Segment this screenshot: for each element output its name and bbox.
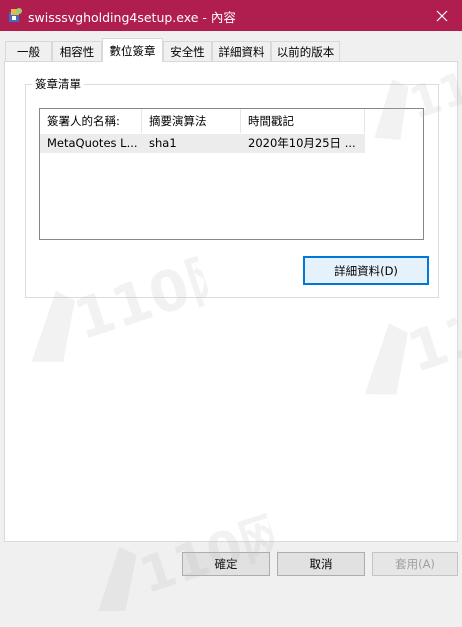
column-header-digest[interactable]: 摘要演算法 — [142, 109, 241, 133]
column-header-timestamp[interactable]: 時間戳記 — [241, 109, 365, 133]
installer-app-icon — [9, 8, 22, 22]
tab-security[interactable]: 安全性 — [163, 41, 212, 61]
signature-list-header: 簽署人的名稱: 摘要演算法 時間戳記 — [40, 109, 423, 133]
column-header-signer[interactable]: 簽署人的名稱: — [40, 109, 142, 133]
digest-algorithm-cell: sha1 — [149, 136, 177, 150]
tab-previous-versions[interactable]: 以前的版本 — [271, 41, 340, 61]
timestamp-cell: 2020年10月25日 ... — [248, 136, 356, 150]
signature-list-group: 簽章清單 簽署人的名稱: 摘要演算法 時間戳記 MetaQuotes L... … — [25, 76, 439, 298]
tab-panel-digital-signatures: 簽章清單 簽署人的名稱: 摘要演算法 時間戳記 MetaQuotes L... … — [4, 61, 458, 542]
signature-list[interactable]: 簽署人的名稱: 摘要演算法 時間戳記 MetaQuotes L... sha1 … — [39, 108, 424, 240]
ok-button[interactable]: 確定 — [182, 552, 270, 576]
cancel-button[interactable]: 取消 — [277, 552, 365, 576]
window-title: swisssvgholding4setup.exe - 內容 — [28, 10, 236, 25]
details-button[interactable]: 詳細資料(D) — [303, 256, 429, 285]
signature-list-label: 簽章清單 — [32, 76, 84, 92]
signature-row[interactable]: MetaQuotes L... sha1 2020年10月25日 ... — [40, 134, 365, 153]
tab-details[interactable]: 詳細資料 — [212, 41, 271, 61]
tab-compatibility[interactable]: 相容性 — [52, 41, 102, 61]
title-bar[interactable]: swisssvgholding4setup.exe - 內容 — [0, 0, 462, 31]
close-icon — [436, 10, 448, 21]
signer-name-cell: MetaQuotes L... — [47, 136, 138, 150]
close-button[interactable] — [422, 0, 462, 31]
tab-digital-signatures[interactable]: 數位簽章 — [102, 38, 163, 62]
apply-button[interactable]: 套用(A) — [372, 552, 458, 576]
tab-general[interactable]: 一般 — [5, 41, 52, 61]
